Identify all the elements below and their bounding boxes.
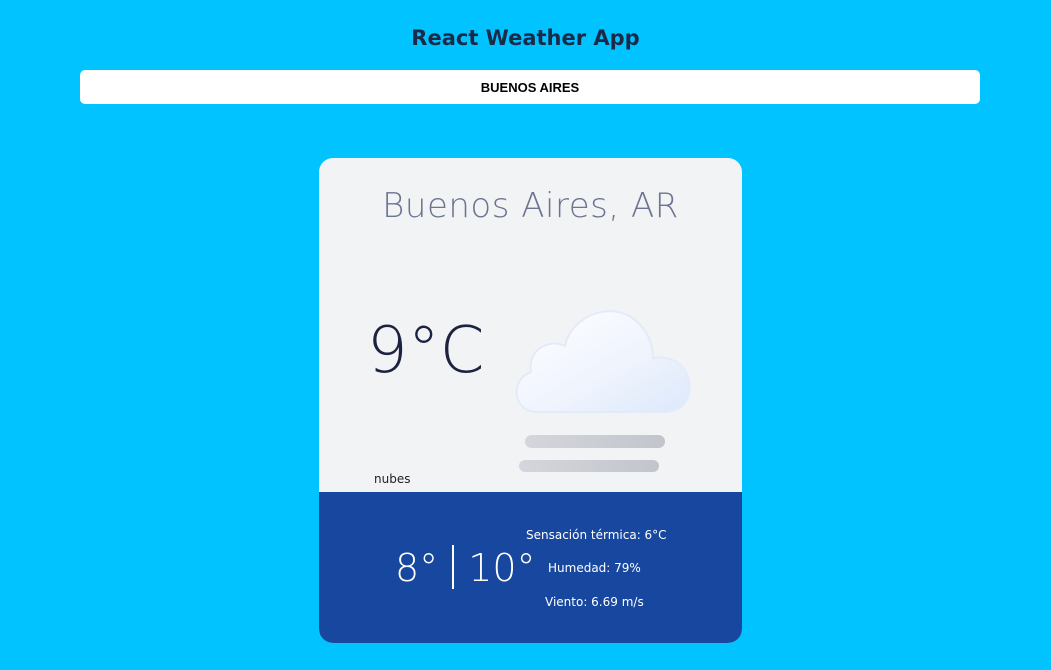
app-root: React Weather App Buenos Aires, AR 9°C [0,0,1051,670]
min-temperature: 8° [395,546,439,590]
feels-like: Sensación térmica: 6°C [526,528,667,542]
city-search-input[interactable] [80,70,980,104]
city-name: Buenos Aires, AR [382,186,679,226]
weather-description: nubes [374,472,411,486]
max-temperature: 10° [468,546,536,590]
weather-card: Buenos Aires, AR 9°C nubes 8° 10° Sensac… [319,158,742,643]
weather-details-panel: 8° 10° Sensación térmica: 6°C Humedad: 79… [319,492,742,643]
min-max-divider [452,544,455,589]
wind-speed: Viento: 6.69 m/s [545,595,644,609]
cloud-fog-icon [507,294,697,479]
current-temperature: 9°C [367,314,485,388]
humidity: Humedad: 79% [548,561,641,575]
min-max-temperature: 8° 10° [395,544,536,593]
app-title: React Weather App [411,26,640,50]
